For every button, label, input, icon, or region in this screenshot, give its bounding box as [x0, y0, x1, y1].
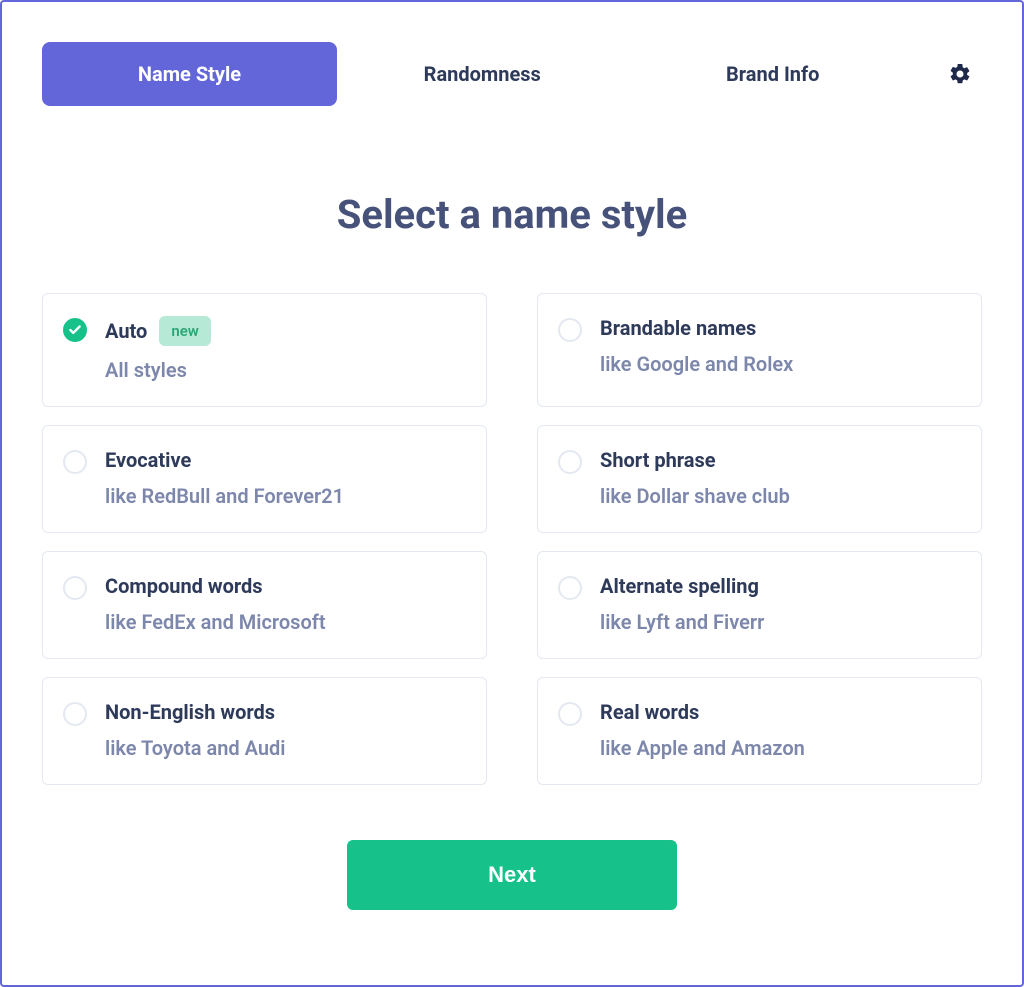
- option-content: Evocative like RedBull and Forever21: [105, 448, 344, 508]
- option-desc: like Dollar shave club: [600, 484, 790, 508]
- option-title: Short phrase: [600, 448, 716, 472]
- check-icon: [68, 323, 82, 337]
- option-evocative[interactable]: Evocative like RedBull and Forever21: [42, 425, 487, 533]
- option-title: Brandable names: [600, 316, 756, 340]
- option-alternate[interactable]: Alternate spelling like Lyft and Fiverr: [537, 551, 982, 659]
- option-content: Auto new All styles: [105, 316, 211, 382]
- option-title-row: Evocative: [105, 448, 344, 472]
- option-title: Auto: [105, 319, 147, 343]
- option-title: Real words: [600, 700, 699, 724]
- option-desc: like Apple and Amazon: [600, 736, 805, 760]
- option-content: Alternate spelling like Lyft and Fiverr: [600, 574, 764, 634]
- radio-brandable[interactable]: [558, 318, 582, 342]
- option-title: Alternate spelling: [600, 574, 759, 598]
- new-badge: new: [159, 316, 211, 346]
- option-real-words[interactable]: Real words like Apple and Amazon: [537, 677, 982, 785]
- option-brandable[interactable]: Brandable names like Google and Rolex: [537, 293, 982, 407]
- option-desc: All styles: [105, 358, 211, 382]
- option-content: Short phrase like Dollar shave club: [600, 448, 790, 508]
- page-title: Select a name style: [42, 191, 982, 238]
- next-button[interactable]: Next: [347, 840, 677, 910]
- option-desc: like RedBull and Forever21: [105, 484, 344, 508]
- option-desc: like FedEx and Microsoft: [105, 610, 326, 634]
- option-title: Compound words: [105, 574, 263, 598]
- option-title-row: Real words: [600, 700, 805, 724]
- tab-randomness[interactable]: Randomness: [337, 42, 628, 106]
- tabs-bar: Name Style Randomness Brand Info: [42, 42, 982, 106]
- option-content: Real words like Apple and Amazon: [600, 700, 805, 760]
- radio-short-phrase[interactable]: [558, 450, 582, 474]
- option-title-row: Compound words: [105, 574, 326, 598]
- tab-name-style[interactable]: Name Style: [42, 42, 337, 106]
- option-non-english[interactable]: Non-English words like Toyota and Audi: [42, 677, 487, 785]
- radio-evocative[interactable]: [63, 450, 87, 474]
- gear-icon: [948, 62, 972, 86]
- option-title: Evocative: [105, 448, 191, 472]
- option-desc: like Toyota and Audi: [105, 736, 285, 760]
- options-grid: Auto new All styles Brandable names like…: [42, 293, 982, 785]
- option-title-row: Auto new: [105, 316, 211, 346]
- settings-button[interactable]: [918, 62, 982, 86]
- option-title-row: Alternate spelling: [600, 574, 764, 598]
- radio-non-english[interactable]: [63, 702, 87, 726]
- radio-real-words[interactable]: [558, 702, 582, 726]
- option-compound[interactable]: Compound words like FedEx and Microsoft: [42, 551, 487, 659]
- option-short-phrase[interactable]: Short phrase like Dollar shave club: [537, 425, 982, 533]
- option-desc: like Lyft and Fiverr: [600, 610, 764, 634]
- radio-auto[interactable]: [63, 318, 87, 342]
- option-auto[interactable]: Auto new All styles: [42, 293, 487, 407]
- option-title-row: Non-English words: [105, 700, 285, 724]
- option-content: Brandable names like Google and Rolex: [600, 316, 793, 376]
- radio-alternate[interactable]: [558, 576, 582, 600]
- tab-brand-info[interactable]: Brand Info: [628, 42, 919, 106]
- option-title-row: Brandable names: [600, 316, 793, 340]
- option-desc: like Google and Rolex: [600, 352, 793, 376]
- option-title: Non-English words: [105, 700, 275, 724]
- radio-compound[interactable]: [63, 576, 87, 600]
- option-title-row: Short phrase: [600, 448, 790, 472]
- option-content: Compound words like FedEx and Microsoft: [105, 574, 326, 634]
- option-content: Non-English words like Toyota and Audi: [105, 700, 285, 760]
